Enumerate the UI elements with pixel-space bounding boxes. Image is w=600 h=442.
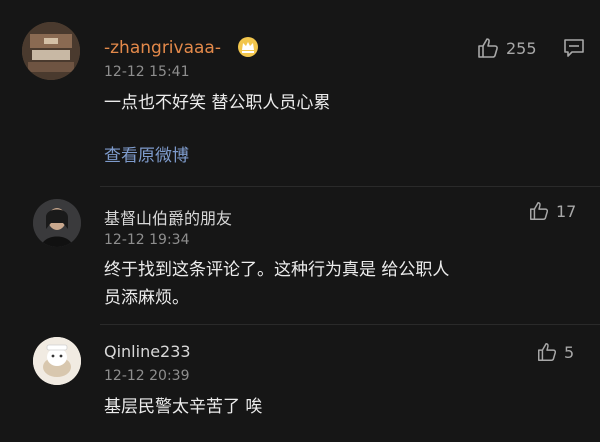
comment-time: 12-12 20:39	[104, 368, 190, 384]
like-button[interactable]: 17	[528, 200, 576, 222]
comment-text: 终于找到这条评论了。这种行为真是 给公职人员添麻烦。	[104, 260, 450, 308]
view-original-link[interactable]: 查看原微博	[104, 141, 189, 166]
comment-bubble-icon[interactable]	[563, 38, 585, 62]
crown-badge-icon	[236, 36, 260, 62]
username[interactable]: -zhangrivaaa-	[104, 38, 221, 58]
thumbs-up-icon	[536, 341, 558, 363]
username[interactable]: 基督山伯爵的朋友	[104, 205, 232, 229]
avatar[interactable]	[33, 199, 81, 247]
divider	[100, 324, 600, 325]
thumbs-up-icon	[476, 36, 500, 60]
like-count: 5	[564, 342, 575, 362]
like-button[interactable]: 5	[536, 341, 574, 363]
comment-text: 一点也不好笑 替公职人员心累	[104, 93, 331, 113]
comment-time: 12-12 19:34	[104, 232, 190, 248]
avatar[interactable]	[33, 337, 81, 385]
divider	[100, 186, 600, 187]
like-count: 17	[556, 201, 577, 221]
like-count: 255	[506, 38, 537, 58]
comment-time: 12-12 15:41	[104, 64, 190, 80]
like-button[interactable]: 255	[476, 36, 537, 60]
comment-text: 基层民警太辛苦了 唉	[104, 397, 263, 417]
username[interactable]: Qinline233	[104, 342, 191, 361]
thumbs-up-icon	[528, 200, 550, 222]
avatar[interactable]	[22, 22, 80, 80]
